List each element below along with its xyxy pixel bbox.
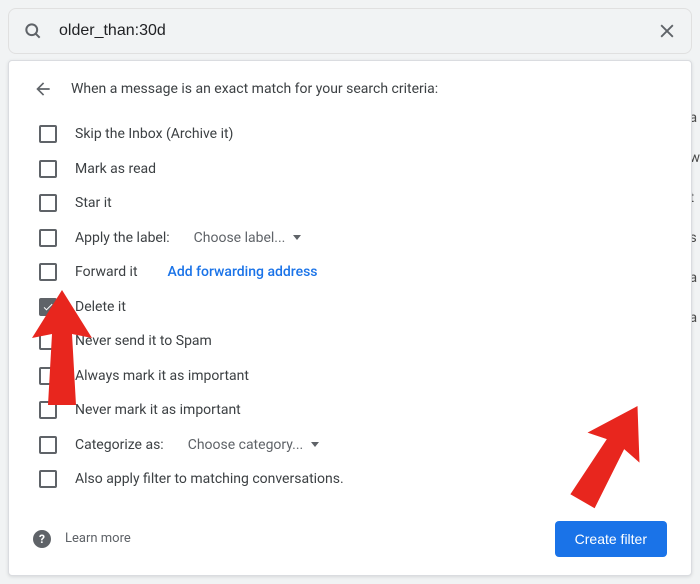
option-delete[interactable]: Delete it bbox=[33, 290, 667, 325]
checkbox-icon[interactable] bbox=[39, 367, 57, 385]
panel-header: When a message is an exact match for you… bbox=[33, 79, 667, 99]
checkbox-icon[interactable] bbox=[39, 263, 57, 281]
option-label: Star it bbox=[75, 195, 112, 211]
checkbox-icon[interactable] bbox=[39, 401, 57, 419]
option-label: Never send it to Spam bbox=[75, 333, 212, 349]
checkbox-icon[interactable] bbox=[39, 229, 57, 247]
option-also-apply[interactable]: Also apply filter to matching conversati… bbox=[33, 462, 667, 497]
option-label: Also apply filter to matching conversati… bbox=[75, 471, 344, 487]
checkbox-icon[interactable] bbox=[39, 332, 57, 350]
option-mark-read[interactable]: Mark as read bbox=[33, 152, 667, 187]
option-skip-inbox[interactable]: Skip the Inbox (Archive it) bbox=[33, 117, 667, 152]
panel-footer: ? Learn more Create filter bbox=[33, 521, 667, 557]
option-label: Forward it bbox=[75, 264, 138, 280]
filter-options-list: Skip the Inbox (Archive it) Mark as read… bbox=[33, 117, 667, 497]
option-label: Delete it bbox=[75, 299, 126, 315]
panel-title: When a message is an exact match for you… bbox=[71, 81, 438, 97]
option-label: Mark as read bbox=[75, 161, 156, 177]
checkbox-icon[interactable] bbox=[39, 470, 57, 488]
option-label: Never mark it as important bbox=[75, 402, 241, 418]
add-forwarding-link[interactable]: Add forwarding address bbox=[168, 264, 318, 280]
option-categorize[interactable]: Categorize as: Choose category... bbox=[33, 428, 667, 463]
checkbox-icon[interactable] bbox=[39, 160, 57, 178]
chevron-down-icon bbox=[293, 235, 301, 240]
option-never-important[interactable]: Never mark it as important bbox=[33, 393, 667, 428]
option-forward[interactable]: Forward it Add forwarding address bbox=[33, 255, 667, 290]
checkbox-icon[interactable] bbox=[39, 125, 57, 143]
filter-panel: When a message is an exact match for you… bbox=[8, 60, 692, 576]
search-icon bbox=[23, 21, 43, 41]
option-label: Categorize as: bbox=[75, 437, 164, 453]
option-label: Apply the label: bbox=[75, 230, 170, 246]
option-label: Skip the Inbox (Archive it) bbox=[75, 126, 233, 142]
chevron-down-icon bbox=[311, 442, 319, 447]
option-apply-label[interactable]: Apply the label: Choose label... bbox=[33, 221, 667, 256]
create-filter-button[interactable]: Create filter bbox=[555, 521, 667, 557]
option-always-important[interactable]: Always mark it as important bbox=[33, 359, 667, 394]
search-bar[interactable] bbox=[8, 8, 692, 54]
checkbox-icon[interactable] bbox=[39, 194, 57, 212]
search-input[interactable] bbox=[59, 22, 641, 40]
option-star[interactable]: Star it bbox=[33, 186, 667, 221]
label-dropdown[interactable]: Choose label... bbox=[194, 230, 302, 246]
close-icon[interactable] bbox=[657, 21, 677, 41]
learn-more-text: Learn more bbox=[65, 531, 131, 546]
option-never-spam[interactable]: Never send it to Spam bbox=[33, 324, 667, 359]
option-label: Always mark it as important bbox=[75, 368, 249, 384]
help-icon: ? bbox=[33, 530, 51, 548]
checkbox-icon[interactable] bbox=[39, 298, 57, 316]
category-dropdown[interactable]: Choose category... bbox=[188, 437, 320, 453]
learn-more-link[interactable]: ? Learn more bbox=[33, 530, 131, 548]
back-arrow-icon[interactable] bbox=[33, 79, 53, 99]
checkbox-icon[interactable] bbox=[39, 436, 57, 454]
